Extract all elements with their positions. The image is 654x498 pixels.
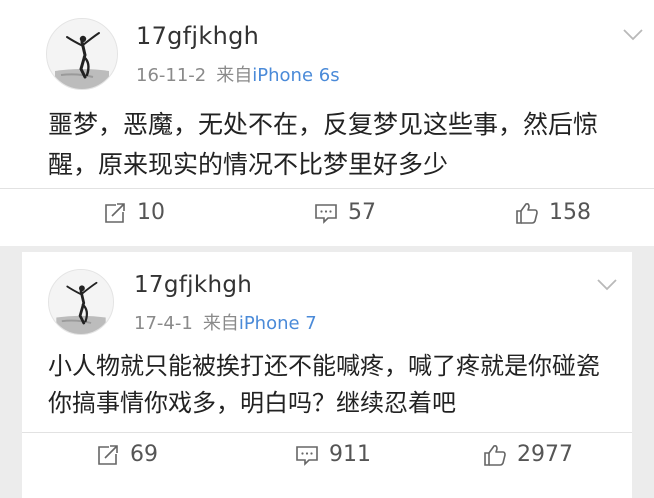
avatar[interactable] bbox=[46, 18, 118, 90]
comment-button[interactable]: 57 bbox=[314, 200, 376, 225]
post-meta: 16-11-2 来自iPhone 6s bbox=[136, 61, 340, 87]
comment-count: 911 bbox=[329, 442, 371, 467]
post-text-line: 醒，原来现实的情况不比梦里好多少 bbox=[48, 150, 449, 179]
post-date: 17-4-1 bbox=[134, 313, 193, 334]
weibo-feed: 17gfjkhgh 16-11-2 来自iPhone 6s 噩梦，恶魔，无处不在，… bbox=[0, 0, 654, 498]
like-button[interactable]: 2977 bbox=[483, 442, 573, 467]
device-link[interactable]: iPhone 7 bbox=[239, 313, 317, 334]
post-text-line: 小人物就只能被挨打还不能喊疼，喊了疼就是你碰瓷 bbox=[48, 352, 600, 380]
post-card: 17gfjkhgh 16-11-2 来自iPhone 6s 噩梦，恶魔，无处不在，… bbox=[0, 0, 654, 246]
comment-icon bbox=[296, 445, 318, 466]
like-count: 2977 bbox=[517, 442, 573, 467]
comment-button[interactable]: 911 bbox=[295, 442, 371, 467]
action-bar: 69 911 2977 bbox=[22, 438, 632, 478]
like-icon bbox=[484, 444, 506, 466]
username[interactable]: 17gfjkhgh bbox=[136, 22, 259, 50]
repost-count: 10 bbox=[137, 200, 165, 225]
repost-icon bbox=[105, 202, 125, 223]
post-text-line: 你搞事情你戏多，明白吗？继续忍着吧 bbox=[48, 389, 456, 417]
comment-count: 57 bbox=[348, 200, 376, 225]
post-text-line: 噩梦，恶魔，无处不在，反复梦见这些事，然后惊 bbox=[48, 110, 599, 139]
divider bbox=[0, 188, 654, 189]
source-prefix: 来自 bbox=[202, 313, 239, 334]
dancer-avatar-icon bbox=[47, 19, 117, 89]
comment-icon bbox=[315, 203, 337, 224]
chevron-down-icon[interactable] bbox=[596, 278, 618, 292]
post-card: 17gfjkhgh 17-4-1 来自iPhone 7 小人物就只能被挨打还不能喊… bbox=[22, 252, 632, 498]
post-text: 噩梦，恶魔，无处不在，反复梦见这些事，然后惊 醒，原来现实的情况不比梦里好多少 bbox=[48, 105, 633, 185]
repost-count: 69 bbox=[130, 442, 158, 467]
like-count: 158 bbox=[549, 200, 591, 225]
post-date: 16-11-2 bbox=[136, 65, 207, 86]
username[interactable]: 17gfjkhgh bbox=[134, 272, 252, 298]
device-link[interactable]: iPhone 6s bbox=[252, 65, 339, 86]
chevron-down-icon[interactable] bbox=[622, 28, 644, 42]
repost-button[interactable]: 10 bbox=[103, 200, 165, 225]
repost-icon bbox=[98, 444, 118, 465]
like-button[interactable]: 158 bbox=[515, 200, 591, 225]
like-icon bbox=[516, 202, 538, 224]
action-bar: 10 57 158 bbox=[0, 196, 654, 236]
dancer-avatar-icon bbox=[49, 270, 113, 334]
post-text: 小人物就只能被挨打还不能喊疼，喊了疼就是你碰瓷 你搞事情你戏多，明白吗？继续忍着… bbox=[48, 348, 618, 422]
source-prefix: 来自 bbox=[216, 65, 253, 86]
post-meta: 17-4-1 来自iPhone 7 bbox=[134, 309, 317, 335]
divider bbox=[22, 432, 632, 433]
avatar[interactable] bbox=[48, 269, 114, 335]
repost-button[interactable]: 69 bbox=[96, 442, 158, 467]
